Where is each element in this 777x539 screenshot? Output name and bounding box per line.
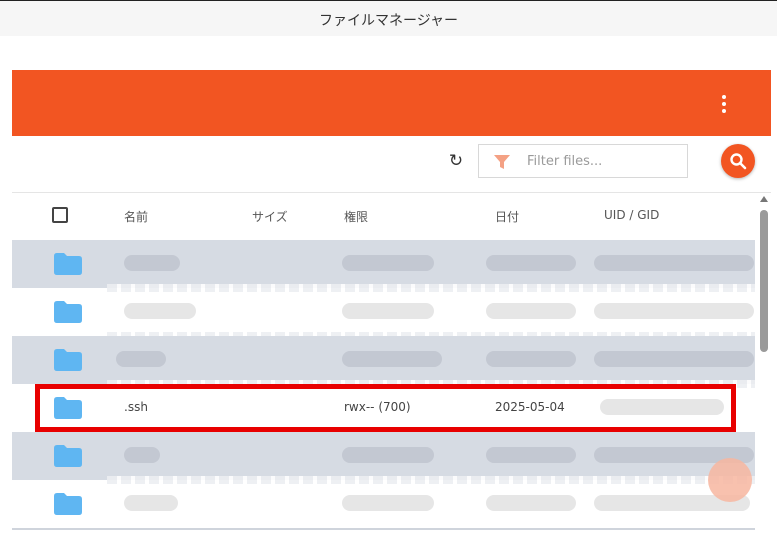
header-name[interactable]: 名前 <box>124 208 148 225</box>
redacted-owner <box>594 303 754 319</box>
folder-icon <box>54 301 82 323</box>
highlight-box <box>35 384 736 432</box>
scroll-thumb[interactable] <box>760 210 768 352</box>
redacted-date <box>486 495 576 511</box>
header-date[interactable]: 日付 <box>495 208 519 225</box>
folder-icon <box>54 445 82 467</box>
redacted-permissions <box>342 495 434 511</box>
redacted-permissions <box>342 303 434 319</box>
app-bar <box>12 70 771 136</box>
redacted-name <box>124 255 180 271</box>
table-bottom-border <box>12 528 755 530</box>
redacted-permissions <box>342 351 442 367</box>
redacted-date <box>486 351 576 367</box>
filter-input[interactable] <box>527 151 677 171</box>
redacted-name <box>124 447 160 463</box>
select-all-checkbox[interactable] <box>52 207 68 223</box>
more-vert-icon[interactable] <box>721 95 727 113</box>
header-owner[interactable]: UID / GID <box>604 208 659 222</box>
filter-box[interactable] <box>478 144 688 178</box>
window-titlebar: ファイルマネージャー <box>0 0 777 36</box>
table-row[interactable] <box>12 336 755 388</box>
folder-icon <box>54 253 82 275</box>
redacted-permissions <box>342 447 434 463</box>
filter-icon <box>494 155 510 169</box>
redacted-date <box>486 447 576 463</box>
folder-icon <box>54 349 82 371</box>
folder-icon <box>54 493 82 515</box>
search-button[interactable] <box>721 144 755 178</box>
redacted-owner <box>594 255 754 271</box>
table-row[interactable] <box>12 240 755 292</box>
file-table-header: 名前 サイズ 権限 日付 UID / GID <box>12 192 755 240</box>
header-size[interactable]: サイズ <box>252 208 288 225</box>
table-row[interactable] <box>12 480 755 528</box>
header-permissions[interactable]: 権限 <box>344 208 368 225</box>
vertical-scrollbar[interactable] <box>757 192 771 530</box>
search-icon <box>730 153 747 170</box>
table-row[interactable] <box>12 288 755 340</box>
refresh-icon[interactable]: ↻ <box>446 151 466 171</box>
table-row[interactable] <box>12 432 755 484</box>
scroll-up-icon[interactable] <box>760 196 768 202</box>
redacted-date <box>486 255 576 271</box>
redacted-name <box>116 351 166 367</box>
pixelated-overlay <box>708 458 752 502</box>
redacted-owner <box>594 351 754 367</box>
redacted-name <box>124 495 178 511</box>
redacted-permissions <box>342 255 434 271</box>
redacted-date <box>486 303 576 319</box>
window-title: ファイルマネージャー <box>318 13 459 29</box>
file-toolbar: ↻ <box>12 136 771 193</box>
redacted-name <box>124 303 196 319</box>
